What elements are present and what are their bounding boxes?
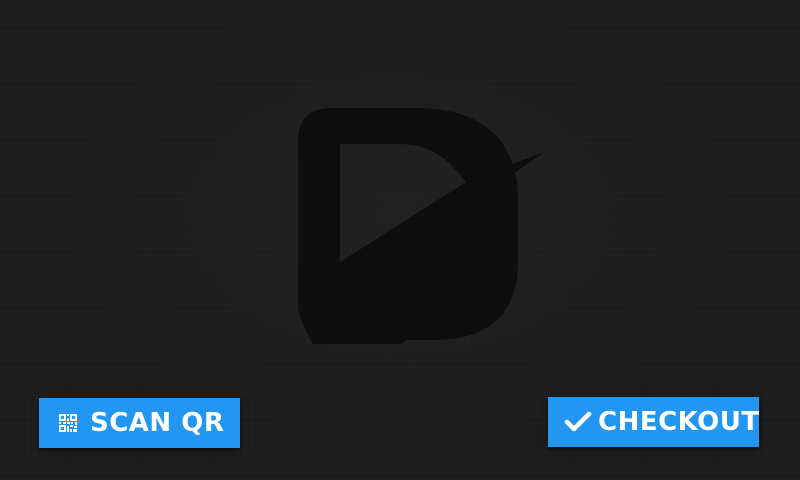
qr-code-icon bbox=[59, 414, 77, 432]
brand-logo-d-icon bbox=[298, 108, 544, 344]
scan-qr-button[interactable]: SCAN QR bbox=[39, 398, 240, 448]
checkout-label: CHECKOUT bbox=[598, 407, 760, 437]
kiosk-screen: SCAN QR CHECKOUT bbox=[0, 0, 800, 480]
checkmark-icon bbox=[564, 410, 592, 434]
checkout-button[interactable]: CHECKOUT bbox=[548, 397, 759, 447]
scan-qr-label: SCAN QR bbox=[90, 408, 225, 438]
